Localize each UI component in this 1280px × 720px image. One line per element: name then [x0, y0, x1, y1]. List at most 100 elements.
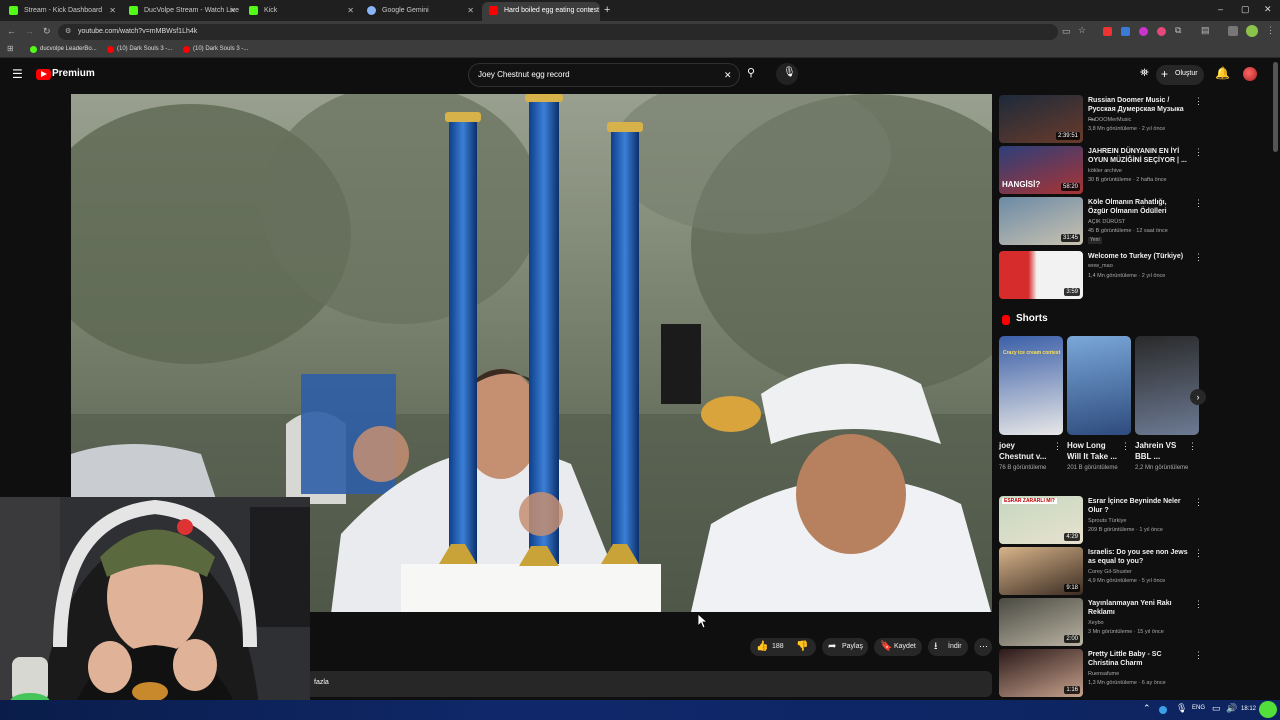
recommendation-item[interactable]: 31:45 Köle Olmanın Rahatlığı, Özgür Olma…	[999, 197, 1203, 245]
channel-name[interactable]: RuDOOMerMusic	[1088, 116, 1196, 124]
recommendation-item[interactable]: 2:00 Yayınlanmayan Yeni Rakı Reklamı Xey…	[999, 598, 1203, 646]
back-icon[interactable]: ←	[7, 27, 16, 36]
minimize-icon[interactable]: –	[1218, 5, 1223, 14]
save-button[interactable]: 🔖 Kaydet	[878, 638, 916, 656]
tab-kick-dashboard[interactable]: Stream - Kick Dashboard ✕	[2, 2, 122, 21]
more-options-icon[interactable]: ⋮	[1194, 548, 1203, 559]
tray-mic-icon[interactable]: 🎙	[1176, 704, 1187, 713]
more-options-icon[interactable]: ⋮	[1194, 96, 1203, 107]
bookmark-dark-souls-2[interactable]: (10) Dark Souls 3 -...	[183, 44, 248, 55]
download-button[interactable]: ⭳ İndir	[932, 638, 962, 656]
search-icon[interactable]: ⚲	[747, 68, 755, 79]
video-title[interactable]: Israelis: Do you see non Jews as equal t…	[1088, 548, 1188, 566]
apps-grid-icon[interactable]: ⊞	[7, 45, 14, 53]
short-thumbnail[interactable]	[1067, 336, 1131, 435]
recommendation-item[interactable]: HANGİSİ? 58:20 JAHREIN DÜNYANIN EN İYİ O…	[999, 146, 1203, 194]
video-thumbnail[interactable]: 9:18	[999, 547, 1083, 595]
site-info-icon[interactable]: ⚙	[65, 28, 71, 35]
tab-kick[interactable]: Kick ✕	[242, 2, 360, 21]
new-tab-icon[interactable]: +	[604, 5, 610, 16]
video-title[interactable]: Welcome to Turkey (Türkiye)	[1088, 252, 1188, 261]
download-tray-icon[interactable]	[1228, 26, 1238, 36]
short-thumbnail[interactable]	[1135, 336, 1199, 435]
more-options-icon[interactable]: ⋮	[1194, 252, 1203, 263]
voice-search-button[interactable]: 🎙	[776, 63, 798, 85]
volume-icon[interactable]: 🔊	[1226, 704, 1237, 713]
video-thumbnail[interactable]: ESRAR ZARARLI MI? 4:29	[999, 496, 1083, 544]
video-thumbnail[interactable]: 2:00	[999, 598, 1083, 646]
like-button[interactable]: 👍 188	[754, 638, 784, 656]
channel-name[interactable]: AÇIK DÜRÜST	[1088, 218, 1196, 226]
shorts-next-arrow-icon[interactable]: ›	[1190, 389, 1206, 405]
video-title[interactable]: Pretty Little Baby - SC Christina Charm	[1088, 650, 1188, 668]
bookmark-ducvolpe[interactable]: ducvolpe LeaderBo...	[30, 44, 97, 55]
video-title[interactable]: Köle Olmanın Rahatlığı, Özgür Olmanın Öd…	[1088, 198, 1188, 216]
tab-youtube-active[interactable]: Hard boiled egg eating contest ✕	[482, 2, 600, 21]
notification-blob-icon[interactable]	[1259, 701, 1277, 718]
search-input[interactable]: Joey Chestnut egg record ✕	[468, 63, 740, 87]
channel-name[interactable]: kökler archive	[1088, 167, 1196, 175]
video-title[interactable]: Esrar İçince Beyninde Neler Olur ?	[1088, 497, 1188, 515]
notifications-bell-icon[interactable]: 🔔	[1215, 67, 1230, 79]
video-title[interactable]: JAHREIN DÜNYANIN EN İYİ OYUN MÜZİĞİNİ SE…	[1088, 147, 1188, 165]
channel-name[interactable]: Sprouts Türkiye	[1088, 517, 1196, 525]
create-button[interactable]: + Oluştur	[1156, 65, 1204, 85]
more-options-icon[interactable]: ⋮	[1194, 599, 1203, 610]
extension-icon[interactable]	[1157, 27, 1166, 36]
cast-icon[interactable]: ▭	[1062, 27, 1071, 36]
channel-avatar[interactable]	[1243, 67, 1257, 81]
tray-app-icon[interactable]	[1159, 706, 1167, 714]
extensions-puzzle-icon[interactable]: ⧉	[1175, 26, 1181, 35]
short-title[interactable]: joey Chestnut v...	[999, 440, 1051, 462]
channel-name[interactable]: Corey Gil-Shuster	[1088, 568, 1196, 576]
tab-ducvolpe-stream[interactable]: DucVolpe Stream - Watch Live ✕	[122, 2, 242, 21]
share-button[interactable]: ➦ Paylaş	[826, 638, 863, 656]
show-more-text[interactable]: fazla	[314, 679, 329, 686]
video-thumbnail[interactable]: 3:59	[999, 251, 1083, 299]
language-indicator[interactable]: ENG	[1192, 705, 1205, 711]
short-title[interactable]: Jahrein VS BBL ...	[1135, 440, 1187, 462]
video-thumbnail[interactable]: 2:39:51	[999, 95, 1083, 143]
more-options-icon[interactable]: ⋮	[1194, 650, 1203, 661]
short-thumbnail[interactable]: Crazy ice cream contest	[999, 336, 1063, 435]
recommendation-item[interactable]: 1:16 Pretty Little Baby - SC Christina C…	[999, 649, 1203, 697]
video-thumbnail[interactable]: 1:16	[999, 649, 1083, 697]
more-options-icon[interactable]: ⋮	[1194, 147, 1203, 158]
channel-name[interactable]: wow_mao	[1088, 262, 1196, 270]
recommendation-item[interactable]: 9:18 Israelis: Do you see non Jews as eq…	[999, 547, 1203, 595]
clear-search-icon[interactable]: ✕	[724, 71, 732, 80]
video-thumbnail[interactable]: 31:45	[999, 197, 1083, 245]
close-icon[interactable]: ✕	[347, 2, 354, 19]
close-icon[interactable]: ✕	[109, 2, 116, 19]
extension-icon[interactable]	[1103, 27, 1112, 36]
channel-name[interactable]: Ruensafume	[1088, 670, 1196, 678]
recommendation-item[interactable]: ESRAR ZARARLI MI? 4:29 Esrar İçince Beyn…	[999, 496, 1203, 544]
clock-time[interactable]: 18:12	[1241, 706, 1256, 712]
bookmark-dark-souls-1[interactable]: (10) Dark Souls 3 -...	[107, 44, 172, 55]
bookmark-star-icon[interactable]: ☆	[1078, 26, 1086, 35]
more-options-icon[interactable]: ⋮	[1188, 441, 1197, 452]
hamburger-menu-icon[interactable]: ☰	[12, 68, 23, 80]
description-box[interactable]: fazla	[306, 671, 992, 697]
channel-name[interactable]: Xeybo	[1088, 619, 1196, 627]
close-icon[interactable]: ✕	[467, 2, 474, 19]
browser-menu-icon[interactable]: ⋮	[1266, 26, 1275, 35]
close-icon[interactable]: ✕	[587, 2, 594, 19]
close-icon[interactable]: ✕	[229, 2, 236, 19]
extension-icon[interactable]	[1139, 27, 1148, 36]
forward-icon[interactable]: →	[25, 27, 34, 36]
cast-to-tv-icon[interactable]: ⛯	[1140, 68, 1149, 79]
reload-icon[interactable]: ↻	[43, 27, 51, 36]
more-actions-button[interactable]: ⋯	[974, 638, 992, 656]
address-bar[interactable]: ⚙ youtube.com/watch?v=mMBWsf1Lh4k	[58, 24, 1058, 40]
video-thumbnail[interactable]: HANGİSİ? 58:20	[999, 146, 1083, 194]
recommendation-item[interactable]: 3:59 Welcome to Turkey (Türkiye) wow_mao…	[999, 251, 1203, 299]
window-close-icon[interactable]: ✕	[1264, 5, 1272, 14]
maximize-icon[interactable]: ▢	[1241, 5, 1250, 14]
tray-expand-icon[interactable]: ⌃	[1143, 704, 1151, 713]
short-title[interactable]: How Long Will It Take ...	[1067, 440, 1119, 462]
more-options-icon[interactable]: ⋮	[1121, 441, 1130, 452]
more-options-icon[interactable]: ⋮	[1194, 497, 1203, 508]
profile-avatar[interactable]	[1246, 25, 1258, 37]
tab-google-gemini[interactable]: Google Gemini ✕	[360, 2, 480, 21]
